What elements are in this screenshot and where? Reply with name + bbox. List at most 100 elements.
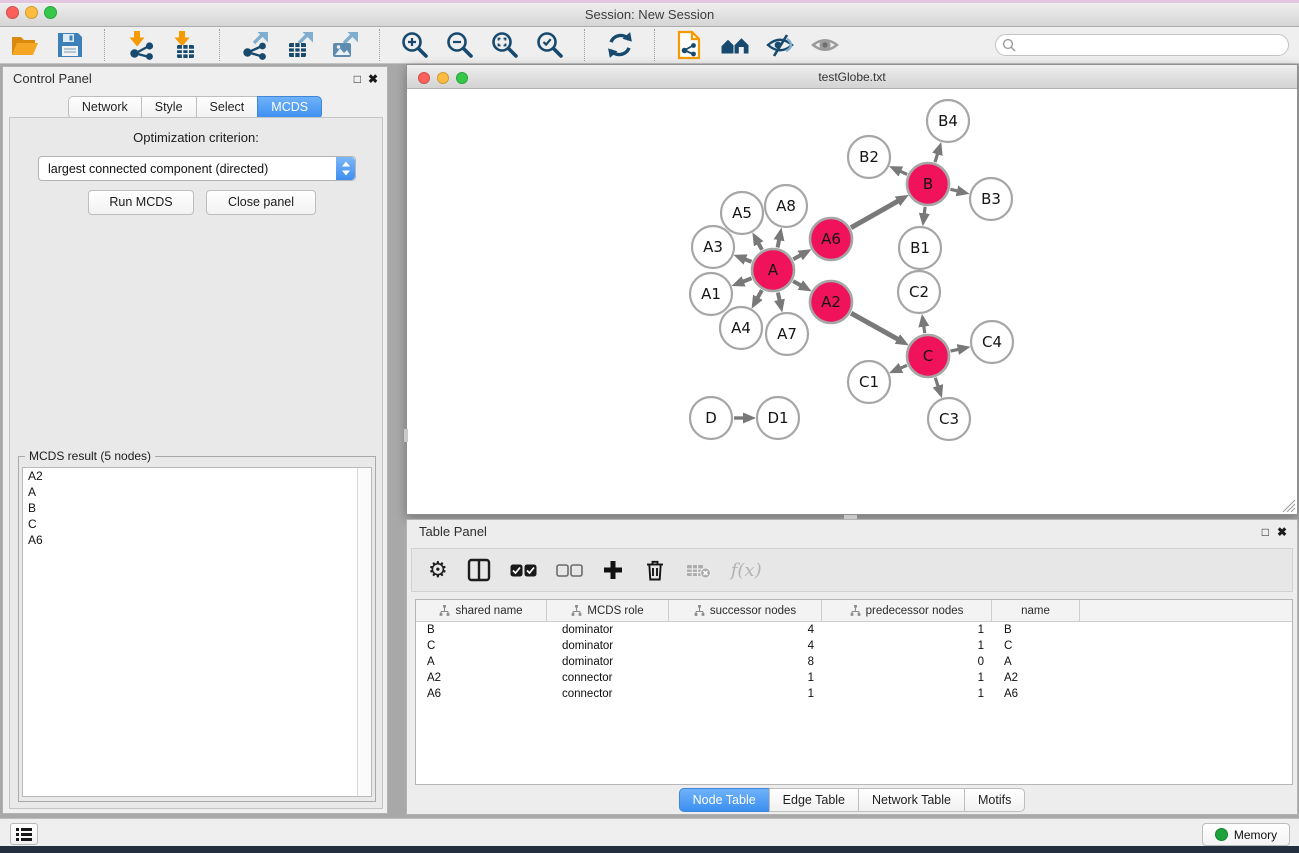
- graph-node-B1[interactable]: B1: [899, 227, 941, 269]
- column-header-name[interactable]: name: [992, 600, 1080, 621]
- graph-node-A6[interactable]: A6: [810, 218, 852, 260]
- select-all-checkboxes-icon[interactable]: [510, 564, 537, 577]
- graph-edge-A6-B[interactable]: [851, 201, 898, 228]
- graph-node-A2[interactable]: A2: [810, 281, 852, 323]
- tab-network-table[interactable]: Network Table: [858, 788, 965, 812]
- delete-table-icon[interactable]: [686, 561, 712, 579]
- minimize-network-button[interactable]: [437, 72, 449, 84]
- open-session-icon[interactable]: [10, 30, 40, 60]
- zoom-in-icon[interactable]: [400, 30, 430, 60]
- mcds-result-item[interactable]: A6: [23, 532, 371, 548]
- tab-edge-table[interactable]: Edge Table: [769, 788, 859, 812]
- delete-column-icon[interactable]: [643, 558, 667, 582]
- tab-style[interactable]: Style: [141, 96, 197, 119]
- graph-edge-A-A8[interactable]: [778, 239, 780, 247]
- graph-node-D1[interactable]: D1: [757, 397, 799, 439]
- graph-node-B2[interactable]: B2: [848, 136, 890, 178]
- table-row[interactable]: Adominator80A: [416, 654, 1292, 670]
- graph-node-C4[interactable]: C4: [971, 321, 1013, 363]
- zoom-selected-icon[interactable]: [535, 30, 565, 60]
- graph-edge-A-A1[interactable]: [743, 278, 752, 281]
- home-icon[interactable]: [720, 30, 750, 60]
- table-row[interactable]: Bdominator41B: [416, 622, 1292, 638]
- graph-node-A8[interactable]: A8: [765, 185, 807, 227]
- graph-node-C[interactable]: C: [907, 335, 949, 377]
- table-row[interactable]: Cdominator41C: [416, 638, 1292, 654]
- resize-grip-icon[interactable]: [1282, 499, 1295, 512]
- graph-edge-A-A2[interactable]: [793, 281, 801, 286]
- criterion-dropdown[interactable]: largest connected component (directed): [38, 156, 356, 181]
- graph-edge-A-A4[interactable]: [757, 290, 762, 298]
- network-canvas[interactable]: B4B2BB3A5A8A6B1A3AC2A1A2A4A7C4CC1C3DD1: [407, 89, 1297, 514]
- graph-edge-A-A5[interactable]: [758, 243, 762, 250]
- list-scrollbar[interactable]: [357, 468, 371, 796]
- graph-edge-C-C1[interactable]: [900, 365, 907, 368]
- mcds-result-item[interactable]: B: [23, 500, 371, 516]
- close-panel-button[interactable]: Close panel: [206, 190, 316, 215]
- graph-node-B3[interactable]: B3: [970, 178, 1012, 220]
- memory-button[interactable]: Memory: [1202, 823, 1290, 846]
- run-mcds-button[interactable]: Run MCDS: [88, 190, 194, 215]
- search-input[interactable]: [995, 34, 1289, 56]
- show-tasks-button[interactable]: [10, 823, 38, 845]
- graph-edge-B-B3[interactable]: [950, 189, 958, 191]
- graph-edge-C-C4[interactable]: [951, 349, 959, 351]
- graph-node-A3[interactable]: A3: [692, 226, 734, 268]
- hide-details-icon[interactable]: [765, 30, 795, 60]
- zoom-out-icon[interactable]: [445, 30, 475, 60]
- tab-mcds[interactable]: MCDS: [257, 96, 322, 119]
- show-column-icon[interactable]: [467, 558, 491, 582]
- maximize-network-button[interactable]: [456, 72, 468, 84]
- import-network-icon[interactable]: [125, 30, 155, 60]
- graph-node-C3[interactable]: C3: [928, 398, 970, 440]
- graph-edge-A-A6[interactable]: [793, 255, 801, 259]
- float-panel-icon[interactable]: □: [354, 71, 361, 87]
- column-header-successor-nodes[interactable]: successor nodes: [669, 600, 822, 621]
- column-header-MCDS-role[interactable]: MCDS role: [547, 600, 669, 621]
- deselect-all-checkboxes-icon[interactable]: [556, 564, 583, 577]
- graph-node-A7[interactable]: A7: [766, 313, 808, 355]
- graph-edge-A-A3[interactable]: [745, 259, 752, 262]
- float-table-panel-icon[interactable]: □: [1262, 524, 1269, 540]
- export-network-icon[interactable]: [240, 30, 270, 60]
- close-table-panel-icon[interactable]: ✖: [1277, 524, 1287, 540]
- close-panel-icon[interactable]: ✖: [368, 71, 378, 87]
- table-row[interactable]: A6connector11A6: [416, 686, 1292, 702]
- export-table-icon[interactable]: [285, 30, 315, 60]
- export-image-icon[interactable]: [330, 30, 360, 60]
- show-details-icon[interactable]: [810, 30, 840, 60]
- table-settings-icon[interactable]: ⚙: [428, 559, 448, 581]
- graph-node-C1[interactable]: C1: [848, 361, 890, 403]
- tab-motifs[interactable]: Motifs: [964, 788, 1025, 812]
- graph-node-D[interactable]: D: [690, 397, 732, 439]
- graph-node-A4[interactable]: A4: [720, 307, 762, 349]
- graph-edge-A2-C[interactable]: [851, 313, 898, 339]
- new-network-from-file-icon[interactable]: [675, 30, 705, 60]
- splitter-handle-vertical[interactable]: [404, 429, 408, 442]
- graph-edge-A-A7[interactable]: [778, 293, 780, 301]
- add-column-icon[interactable]: [602, 559, 624, 581]
- refresh-icon[interactable]: [605, 30, 635, 60]
- column-header-shared-name[interactable]: shared name: [416, 600, 547, 621]
- function-builder-icon[interactable]: f(x): [731, 560, 762, 581]
- graph-node-B[interactable]: B: [907, 163, 949, 205]
- graph-edge-C-C2[interactable]: [924, 326, 925, 334]
- tab-network[interactable]: Network: [68, 96, 142, 119]
- column-header-predecessor-nodes[interactable]: predecessor nodes: [822, 600, 992, 621]
- graph-edge-B-B1[interactable]: [924, 207, 925, 215]
- graph-edge-B-B4[interactable]: [935, 153, 938, 162]
- import-table-icon[interactable]: [170, 30, 200, 60]
- graph-node-B4[interactable]: B4: [927, 100, 969, 142]
- mcds-result-item[interactable]: A: [23, 484, 371, 500]
- tab-select[interactable]: Select: [196, 96, 259, 119]
- graph-node-A1[interactable]: A1: [690, 273, 732, 315]
- table-row[interactable]: A2connector11A2: [416, 670, 1292, 686]
- tab-node-table[interactable]: Node Table: [679, 788, 770, 812]
- graph-edge-C-C3[interactable]: [935, 378, 938, 387]
- mcds-result-item[interactable]: C: [23, 516, 371, 532]
- close-network-button[interactable]: [418, 72, 430, 84]
- graph-node-C2[interactable]: C2: [898, 271, 940, 313]
- save-session-icon[interactable]: [55, 30, 85, 60]
- zoom-fit-icon[interactable]: [490, 30, 520, 60]
- mcds-result-item[interactable]: A2: [23, 468, 371, 484]
